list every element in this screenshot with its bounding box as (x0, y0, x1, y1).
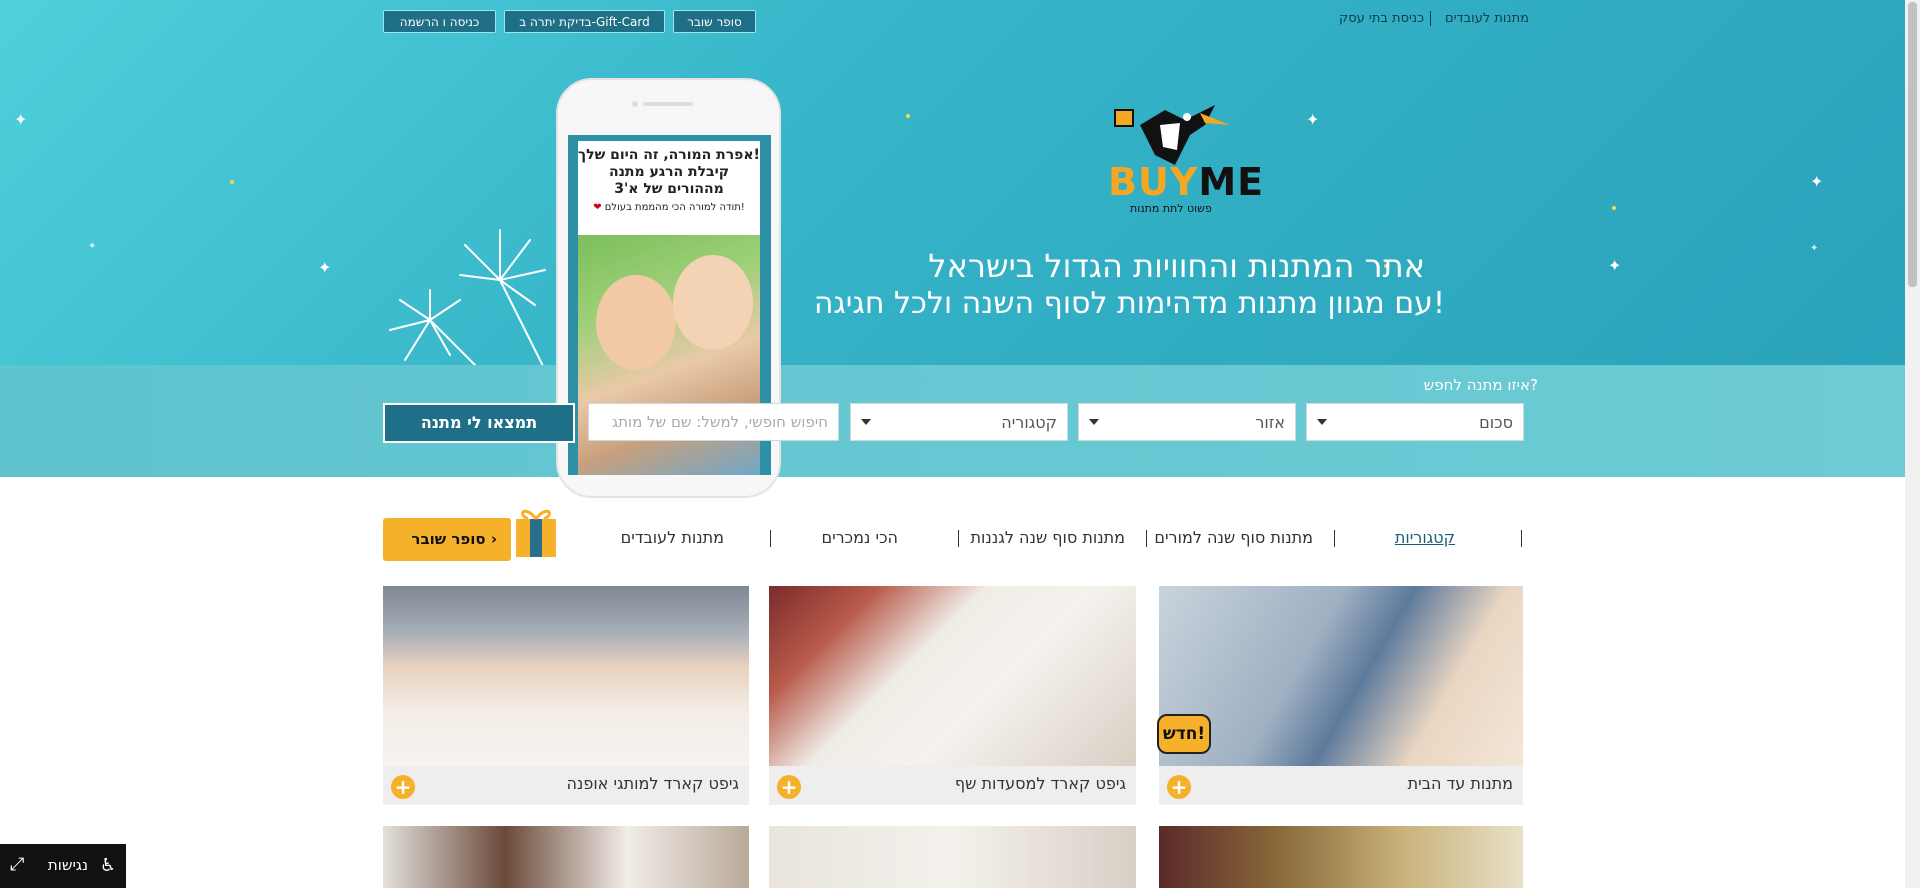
hero-banner: ✦ ✦ ✦ ✦ ✦ ✦ ✦ ✦ סופר שובר בדיקת יתרה ב-G… (0, 0, 1905, 365)
login-register-button[interactable]: כניסה ו הרשמה (383, 10, 496, 33)
nav-employee-gifts[interactable]: מתנות לעובדים (621, 528, 724, 547)
tile-preview[interactable] (383, 826, 749, 888)
tile-caption: מתנות עד הבית (1407, 774, 1513, 793)
tile-fashion-brands[interactable]: גיפט קארד למותגי אופנה + (383, 586, 749, 805)
firework-decoration (389, 229, 546, 365)
wheelchair-icon: ♿ (99, 855, 116, 876)
plus-icon[interactable]: + (777, 775, 801, 799)
divider (1146, 530, 1147, 547)
scrollbar-thumb[interactable] (1908, 2, 1917, 287)
child-face (673, 255, 753, 350)
divider (958, 530, 959, 547)
hero-subheadline: עם מגוון מתנות מדהימות לסוף השנה ולכל חג… (813, 286, 1445, 321)
star-decoration: ✦ (14, 110, 28, 129)
accessibility-button[interactable]: ♿ נגישות ⤢ (0, 844, 126, 888)
free-search-input[interactable]: חיפוש חופשי, למשל: שם של מותג (588, 403, 839, 441)
chevron-down-icon (861, 419, 871, 425)
super-voucher-button[interactable]: סופר שובר (673, 10, 756, 33)
category-select-value: קטגוריה (1001, 413, 1057, 432)
tile-caption: גיפט קארד למסעדות שף (954, 774, 1126, 793)
star-decoration: ✦ (1306, 110, 1320, 129)
star-decoration: ✦ (1608, 256, 1622, 275)
gift-message-note: ❤ תודה למורה הכי מהממת בעולם! (578, 202, 760, 213)
divider (1430, 11, 1431, 26)
divider (1334, 530, 1335, 547)
giftcard-balance-button[interactable]: בדיקת יתרה ב-Gift-Card (504, 10, 665, 33)
star-decoration: ✦ (318, 258, 332, 277)
star-decoration: ✦ (88, 241, 97, 252)
phone-camera (632, 101, 638, 107)
plus-icon[interactable]: + (1167, 775, 1191, 799)
tile-preview[interactable] (1159, 826, 1523, 888)
gift-message-card: אפרת המורה, זה היום שלך! קיבלת הרגע מתנה… (578, 141, 760, 235)
scrollbar[interactable] (1905, 0, 1920, 888)
tile-image (1159, 586, 1523, 766)
business-login-link[interactable]: כניסת בתי עסק (1339, 11, 1424, 26)
free-search-placeholder: חיפוש חופשי, למשל: שם של מותג (611, 413, 828, 431)
tile-chef-restaurants[interactable]: גיפט קארד למסעדות שף + (769, 586, 1136, 805)
gift-message-line: קיבלת הרגע מתנה (608, 164, 730, 180)
super-voucher-nav-button[interactable]: סופר שובר › (383, 518, 511, 561)
chevron-down-icon (1089, 419, 1099, 425)
amount-select-value: סכום (1479, 413, 1513, 432)
dot-decoration (906, 114, 910, 118)
tile-home-gifts[interactable]: חדש! מתנות עד הבית + (1157, 586, 1523, 805)
dot-decoration (1612, 206, 1616, 210)
star-decoration: ✦ (1810, 172, 1824, 191)
nav-categories[interactable]: קטגוריות (1395, 528, 1455, 547)
logo-tagline: פשוט לתת מתנות (1130, 202, 1212, 215)
chevron-down-icon (1317, 419, 1327, 425)
accessibility-label: נגישות (47, 856, 88, 874)
new-badge: חדש! (1157, 714, 1211, 754)
region-select[interactable]: אזור (1078, 403, 1296, 441)
buyme-logo[interactable]: BUYME (1108, 160, 1264, 204)
tile-caption: גיפט קארד למותגי אופנה (566, 774, 739, 793)
gift-box-icon (516, 509, 556, 557)
tile-image (769, 586, 1136, 766)
find-gift-button[interactable]: תמצאו לי מתנה (383, 403, 575, 443)
gift-message-line: אפרת המורה, זה היום שלך! (578, 147, 760, 163)
plus-icon[interactable]: + (391, 775, 415, 799)
employee-gifts-link[interactable]: מתנות לעובדים (1445, 11, 1529, 26)
gift-message-note-text: תודה למורה הכי מהממת בעולם! (604, 202, 745, 213)
category-select[interactable]: קטגוריה (850, 403, 1068, 441)
expand-icon: ⤢ (10, 854, 25, 875)
region-select-value: אזור (1255, 413, 1285, 432)
nav-best-sellers[interactable]: הכי נמכרים (821, 528, 898, 547)
logo-buy: BUY (1108, 160, 1199, 204)
star-decoration: ✦ (1810, 243, 1819, 254)
gift-message-line: מההורים של א'3 (614, 181, 724, 197)
heart-icon: ❤ (593, 202, 602, 213)
phone-speaker (643, 102, 693, 106)
divider (1521, 530, 1522, 547)
logo-me: ME (1198, 160, 1265, 204)
nav-kindergarten-gifts[interactable]: מתנות סוף שנה לגננות (971, 528, 1125, 547)
tile-image (383, 586, 749, 766)
tile-preview[interactable] (769, 826, 1136, 888)
divider (770, 530, 771, 547)
child-face (596, 275, 676, 370)
amount-select[interactable]: סכום (1306, 403, 1524, 441)
nav-teachers-gifts[interactable]: מתנות סוף שנה למורים (1154, 528, 1313, 547)
dot-decoration (230, 180, 234, 184)
search-label: איזו מתנה לחפש? (1423, 376, 1538, 394)
